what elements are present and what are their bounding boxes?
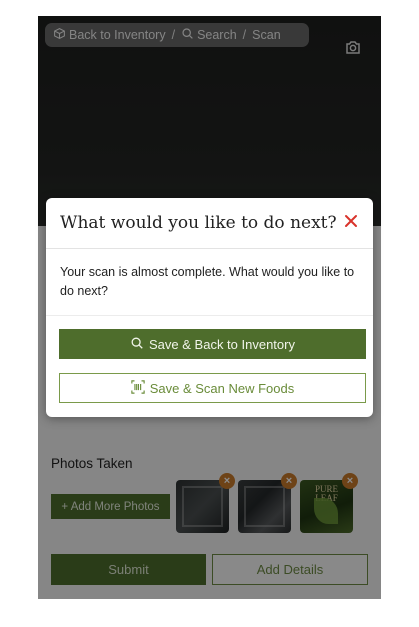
next-action-dialog: What would you like to do next? Your sca… [46, 198, 373, 417]
save-back-to-inventory-button[interactable]: Save & Back to Inventory [59, 329, 366, 359]
save-back-label: Save & Back to Inventory [149, 336, 295, 352]
divider [46, 248, 373, 249]
barcode-icon [131, 379, 145, 397]
dialog-message: Your scan is almost complete. What would… [60, 265, 355, 298]
save-scan-label: Save & Scan New Foods [149, 380, 295, 396]
save-scan-new-foods-button[interactable]: Save & Scan New Foods [59, 373, 366, 403]
search-icon [130, 336, 144, 353]
dialog-title: What would you like to do next? [60, 213, 337, 233]
divider [46, 315, 373, 316]
close-icon[interactable] [342, 212, 360, 230]
